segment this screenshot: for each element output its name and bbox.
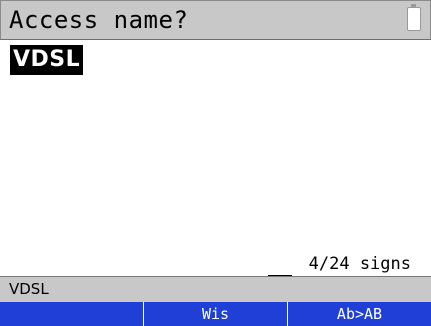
title-bar: Access name? — [0, 0, 431, 40]
status-text: VDSL — [9, 280, 49, 298]
access-name-input[interactable]: VDSL — [10, 45, 84, 75]
softkey-2[interactable]: Wis — [144, 302, 288, 326]
status-bar: VDSL — [0, 276, 431, 302]
input-area[interactable]: VDSL 4/24 signs — [0, 40, 431, 279]
battery-icon — [407, 4, 421, 31]
softkey-bar: Wis Ab>AB — [0, 302, 431, 326]
softkey-1[interactable] — [0, 302, 144, 326]
page-title: Access name? — [9, 6, 189, 34]
character-counter: 4/24 signs — [308, 254, 411, 274]
softkey-3[interactable]: Ab>AB — [288, 302, 431, 326]
